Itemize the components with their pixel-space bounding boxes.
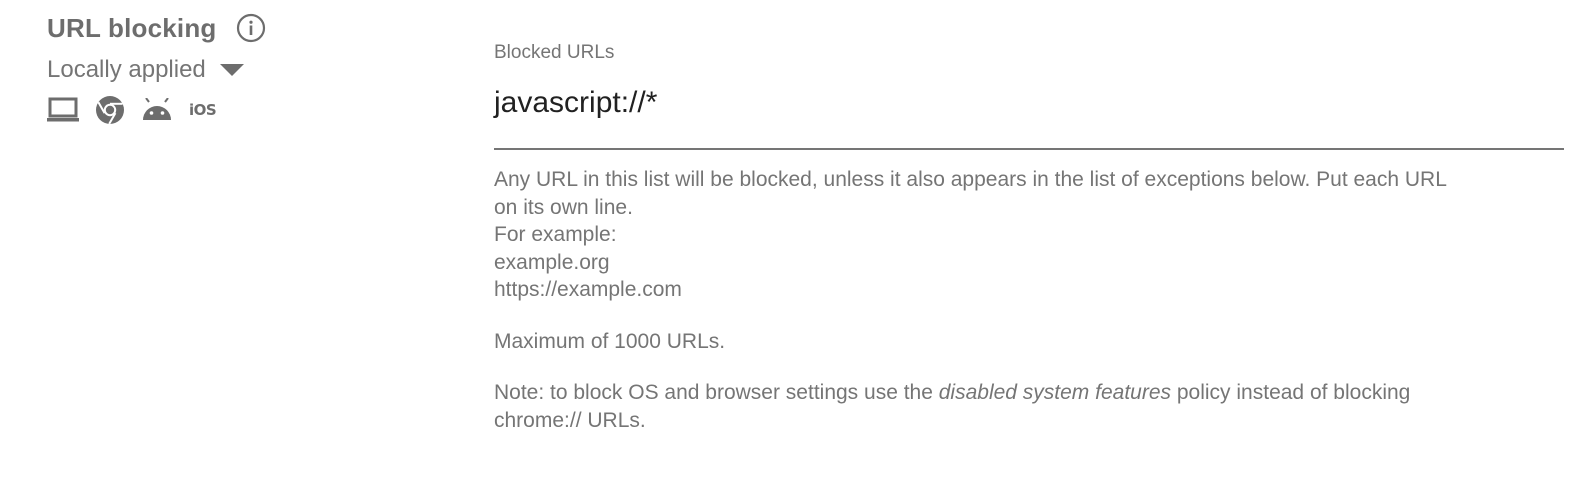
blocked-urls-textarea[interactable]: javascript://*: [494, 86, 1564, 126]
chevron-down-icon: [219, 64, 244, 76]
platform-icons: iOS: [47, 95, 447, 125]
info-icon[interactable]: [236, 13, 266, 43]
help-note: Note: to block OS and browser settings u…: [494, 379, 1474, 434]
help-note-prefix: Note: to block OS and browser settings u…: [494, 381, 939, 404]
help-text: Any URL in this list will be blocked, un…: [494, 166, 1474, 434]
policy-header: URL blocking Locally applied iOS: [47, 10, 447, 125]
help-note-emphasis: disabled system features: [938, 381, 1172, 404]
help-example-1: example.org: [494, 250, 610, 274]
scope-label: Locally applied: [47, 56, 206, 83]
help-maximum: Maximum of 1000 URLs.: [494, 329, 726, 353]
help-description: Any URL in this list will be blocked, un…: [494, 168, 1447, 219]
blocked-urls-section: Blocked URLs javascript://* Any URL in t…: [494, 42, 1564, 434]
field-underline: [494, 148, 1564, 150]
laptop-icon: [47, 97, 79, 123]
ios-label: iOS: [189, 101, 217, 119]
policy-page: URL blocking Locally applied iOS Blocked…: [0, 0, 1584, 480]
title-row: URL blocking: [47, 10, 447, 46]
help-example-2: https://example.com: [494, 278, 682, 301]
scope-dropdown[interactable]: Locally applied: [47, 54, 447, 86]
policy-title: URL blocking: [47, 12, 217, 43]
chrome-icon: [95, 95, 125, 125]
help-example-heading: For example:: [494, 223, 617, 246]
android-icon: [141, 98, 173, 122]
ios-icon: iOS: [189, 101, 217, 119]
blocked-urls-label: Blocked URLs: [494, 42, 615, 63]
